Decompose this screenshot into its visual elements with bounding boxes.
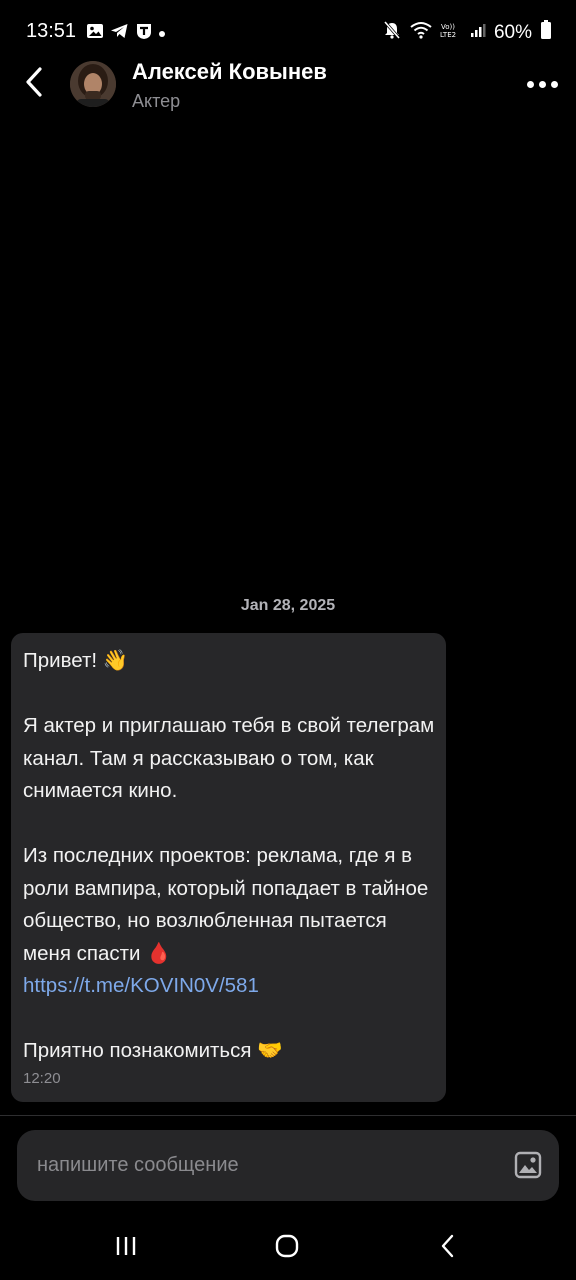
- chat-header: Алексей Ковынев Актер: [0, 52, 576, 118]
- telegram-icon: [110, 23, 129, 44]
- more-dot-icon: [526, 80, 534, 88]
- message-input[interactable]: [17, 1130, 497, 1201]
- battery-percent: 60%: [493, 21, 532, 43]
- notification-dot-icon: [159, 30, 165, 37]
- more-dot-icon: [538, 80, 546, 88]
- message-text: Привет! 👋 Я актер и приглашаю тебя в сво…: [23, 645, 439, 1068]
- attach-image-button[interactable]: [513, 1150, 543, 1180]
- message-bubble[interactable]: Привет! 👋 Я актер и приглашаю тебя в сво…: [11, 633, 446, 1102]
- status-left-icons: [86, 22, 165, 45]
- date-separator: Jan 28, 2025: [240, 597, 336, 614]
- home-icon: [275, 1234, 299, 1258]
- volte-icon: Vo)) LTE2: [440, 21, 462, 44]
- back-button[interactable]: [16, 62, 52, 102]
- home-button[interactable]: [267, 1230, 307, 1262]
- message-composer: [17, 1130, 559, 1201]
- chevron-left-icon: [26, 67, 42, 97]
- gallery-icon: [86, 23, 104, 44]
- wifi-icon: [410, 21, 432, 44]
- mute-icon: [382, 20, 402, 45]
- avatar[interactable]: [70, 61, 116, 107]
- battery-icon: [540, 20, 552, 45]
- system-back-button[interactable]: [428, 1230, 468, 1262]
- message-closing: Приятно познакомиться 🤝: [23, 1039, 283, 1062]
- more-options-button[interactable]: [522, 72, 562, 96]
- vpn-shield-icon: [135, 22, 153, 45]
- recents-button[interactable]: [106, 1230, 146, 1262]
- svg-text:LTE2: LTE2: [440, 31, 456, 39]
- back-icon: [441, 1234, 454, 1258]
- recents-icon: [116, 1237, 136, 1255]
- message-paragraph: Из последних проектов: реклама, где я в …: [23, 844, 434, 965]
- contact-subtitle: Актер: [132, 91, 181, 111]
- contact-name[interactable]: Алексей Ковынев: [132, 59, 327, 85]
- svg-text:Vo)): Vo)): [441, 23, 455, 31]
- signal-icon: [470, 22, 486, 43]
- message-time: 12:20: [23, 1070, 61, 1087]
- more-dot-icon: [550, 80, 558, 88]
- message-link[interactable]: https://t.me/KOVIN0V/581: [23, 974, 259, 997]
- message-greeting: Привет! 👋: [23, 649, 129, 672]
- status-time: 13:51: [26, 20, 77, 42]
- status-right-icons: Vo)) LTE2 60%: [382, 20, 552, 45]
- message-paragraph: Я актер и приглашаю тебя в свой телеграм…: [23, 714, 440, 802]
- divider: [0, 1115, 576, 1116]
- image-icon: [514, 1151, 542, 1179]
- system-nav-bar: [0, 1210, 576, 1280]
